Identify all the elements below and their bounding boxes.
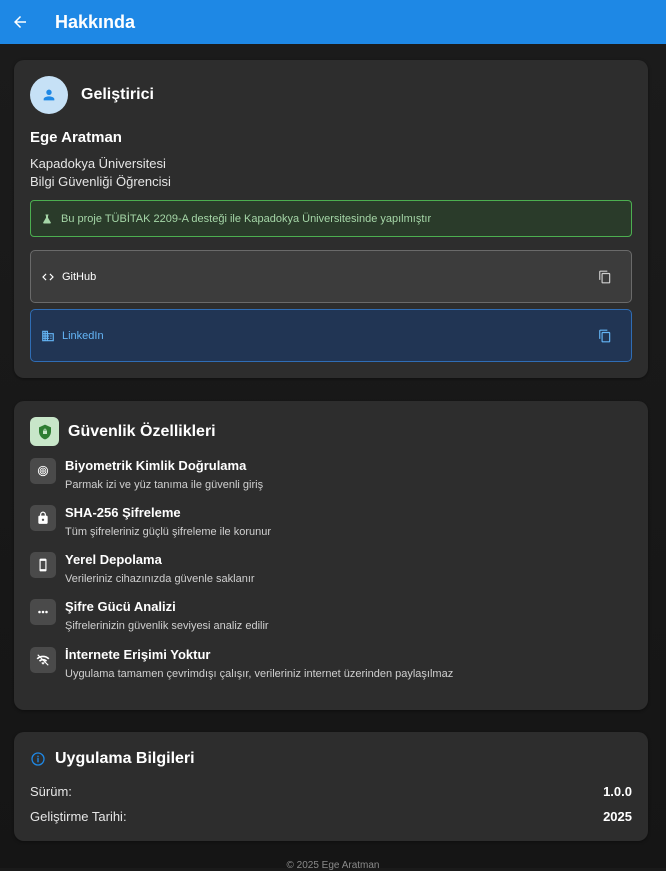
feature-title: İnternete Erişimi Yoktur [65, 647, 211, 662]
version-label: Sürüm: [30, 784, 72, 799]
feature-title: Yerel Depolama [65, 552, 162, 567]
dev-date-value: 2025 [603, 809, 632, 824]
feature-desc: Şifrelerinizin güvenlik seviyesi analiz … [65, 620, 269, 632]
wifi-off-icon [36, 654, 50, 666]
developer-name: Ege Aratman [30, 129, 122, 146]
shield-icon [38, 424, 51, 439]
feature-item: Biyometrik Kimlik Doğrulama Parmak izi v… [30, 458, 630, 498]
feature-item: İnternete Erişimi Yoktur Uygulama tamame… [30, 647, 630, 687]
person-icon [43, 89, 55, 101]
github-label: GitHub [62, 270, 97, 283]
arrow-back-icon [14, 16, 26, 28]
info-icon [31, 752, 45, 766]
copy-icon[interactable] [597, 328, 613, 344]
feature-item: Yerel Depolama Verileriniz cihazınızda g… [30, 552, 630, 592]
password-dots-icon [38, 610, 48, 614]
copy-icon[interactable] [597, 269, 613, 285]
linkedin-link-button[interactable]: LinkedIn [30, 309, 632, 362]
app-info-card: Uygulama Bilgileri Sürüm: 1.0.0 Geliştir… [14, 732, 648, 841]
back-button[interactable] [0, 0, 40, 44]
app-info-section-title: Uygulama Bilgileri [55, 750, 195, 767]
shield-icon-box [30, 417, 59, 446]
page-title: Hakkında [55, 11, 136, 32]
developer-university: Kapadokya Üniversitesi [30, 156, 166, 171]
version-value: 1.0.0 [603, 784, 632, 799]
content-scroll[interactable]: Geliştirici Ege Aratman Kapadokya Üniver… [0, 44, 666, 871]
support-note: Bu proje TÜBİTAK 2209-A desteği ile Kapa… [30, 200, 632, 237]
feature-desc: Parmak izi ve yüz tanıma ile güvenli gir… [65, 479, 264, 491]
feature-desc: Uygulama tamamen çevrimdışı çalışır, ver… [65, 668, 454, 680]
avatar [30, 76, 68, 114]
feature-title: Şifre Gücü Analizi [65, 599, 176, 614]
developer-card: Geliştirici Ege Aratman Kapadokya Üniver… [14, 60, 648, 378]
feature-title: SHA-256 Şifreleme [65, 505, 181, 520]
dev-date-label: Geliştirme Tarihi: [30, 809, 127, 824]
business-icon [42, 330, 54, 341]
app-bar: Hakkında [0, 0, 666, 44]
linkedin-label: LinkedIn [62, 329, 104, 342]
footer-copyright: © 2025 Ege Aratman [286, 860, 380, 871]
developer-section-title: Geliştirici [81, 86, 154, 103]
fingerprint-icon [37, 465, 49, 477]
code-icon [42, 273, 54, 280]
feature-desc: Tüm şifreleriniz güçlü şifreleme ile kor… [65, 526, 272, 538]
developer-role: Bilgi Güvenliği Öğrencisi [30, 174, 171, 189]
feature-item: SHA-256 Şifreleme Tüm şifreleriniz güçlü… [30, 505, 630, 545]
feature-desc: Verileriniz cihazınızda güvenle saklanır [65, 573, 255, 585]
lock-icon [38, 511, 48, 524]
phone-icon [39, 558, 47, 572]
github-link-button[interactable]: GitHub [30, 250, 632, 303]
science-flask-icon [43, 214, 51, 223]
feature-title: Biyometrik Kimlik Doğrulama [65, 458, 247, 473]
security-section-title: Güvenlik Özellikleri [68, 423, 216, 440]
security-card: Güvenlik Özellikleri Biyometrik Kimlik D… [14, 401, 648, 710]
feature-item: Şifre Gücü Analizi Şifrelerinizin güvenl… [30, 599, 630, 639]
support-note-text: Bu proje TÜBİTAK 2209-A desteği ile Kapa… [61, 212, 432, 225]
